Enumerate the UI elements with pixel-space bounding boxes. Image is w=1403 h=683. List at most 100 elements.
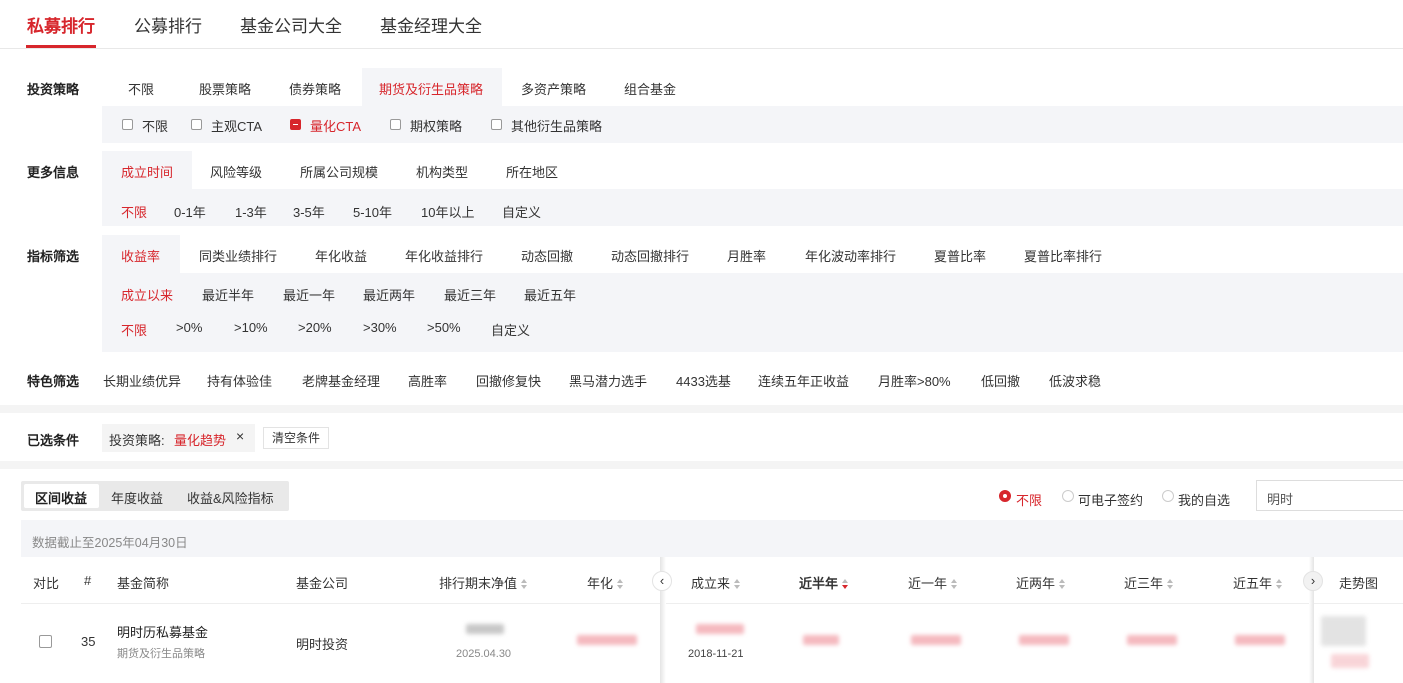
metric-tab-drawdown-rank[interactable]: 动态回撤排行 <box>611 246 689 265</box>
radio-all-label[interactable]: 不限 <box>1016 490 1042 509</box>
metric-tab-peer-rank[interactable]: 同类业绩排行 <box>199 246 277 265</box>
col-nav[interactable]: 排行期末净值 <box>439 573 528 592</box>
range-custom[interactable]: 自定义 <box>491 320 530 339</box>
radio-e-sign-label[interactable]: 可电子签约 <box>1078 490 1143 509</box>
close-icon[interactable]: × <box>236 428 244 444</box>
sort-icon[interactable] <box>617 579 624 589</box>
period-half-year[interactable]: 最近半年 <box>202 285 254 304</box>
feature-long-term[interactable]: 长期业绩优异 <box>103 371 181 390</box>
table-row[interactable]: 35 明时历私募基金 期货及衍生品策略 明时投资 2025.04.30 2018… <box>21 604 1403 683</box>
feature-low-volatility[interactable]: 低波求稳 <box>1049 371 1101 390</box>
trend-sparkline[interactable] <box>1321 616 1366 646</box>
sort-icon[interactable] <box>951 579 958 589</box>
established-option-0-1[interactable]: 0-1年 <box>174 202 206 221</box>
range-gt-0[interactable]: >0% <box>176 320 202 335</box>
tab-private-ranking[interactable]: 私募排行 <box>27 12 95 37</box>
feature-high-win-rate[interactable]: 高胜率 <box>408 371 447 390</box>
more-info-tab-institution[interactable]: 机构类型 <box>416 162 468 181</box>
range-all[interactable]: 不限 <box>121 320 147 339</box>
established-option-1-3[interactable]: 1-3年 <box>235 202 267 221</box>
sort-icon[interactable] <box>734 579 741 589</box>
col-five-years[interactable]: 近五年 <box>1233 573 1283 592</box>
metric-tab-drawdown[interactable]: 动态回撤 <box>521 246 573 265</box>
strategy-option-bond[interactable]: 债券策略 <box>289 79 341 98</box>
period-two-years[interactable]: 最近两年 <box>363 285 415 304</box>
more-info-tab-risk[interactable]: 风险等级 <box>210 162 262 181</box>
feature-win-rate-80[interactable]: 月胜率>80% <box>878 371 951 390</box>
radio-all[interactable] <box>999 490 1011 502</box>
radio-my-favorites[interactable] <box>1162 490 1174 502</box>
search-input[interactable]: 明时 <box>1256 480 1403 511</box>
sort-icon[interactable] <box>1276 579 1283 589</box>
view-return-risk[interactable]: 收益&风险指标 <box>187 488 274 507</box>
feature-4433[interactable]: 4433选基 <box>676 371 731 390</box>
more-info-tab-established[interactable]: 成立时间 <box>121 162 173 181</box>
sub-quant-cta-checkbox[interactable] <box>290 119 301 130</box>
metric-tab-return[interactable]: 收益率 <box>121 246 160 265</box>
metric-tab-annual-return[interactable]: 年化收益 <box>315 246 367 265</box>
radio-e-sign[interactable] <box>1062 490 1074 502</box>
view-interval-return[interactable]: 区间收益 <box>35 488 87 507</box>
feature-five-year-positive[interactable]: 连续五年正收益 <box>758 371 849 390</box>
sub-subjective-cta-checkbox[interactable] <box>191 119 202 130</box>
sort-desc-icon[interactable] <box>842 579 849 589</box>
sub-subjective-cta-label[interactable]: 主观CTA <box>211 116 262 135</box>
period-one-year[interactable]: 最近一年 <box>283 285 335 304</box>
period-three-years[interactable]: 最近三年 <box>444 285 496 304</box>
col-annualized[interactable]: 年化 <box>587 573 624 592</box>
more-info-tab-scale[interactable]: 所属公司规模 <box>300 162 378 181</box>
tab-fund-companies[interactable]: 基金公司大全 <box>240 12 342 37</box>
col-one-year[interactable]: 近一年 <box>908 573 958 592</box>
chevron-left-icon[interactable]: ‹ <box>652 571 672 591</box>
feature-low-drawdown[interactable]: 低回撤 <box>981 371 1020 390</box>
strategy-option-stock[interactable]: 股票策略 <box>199 79 251 98</box>
established-option-5-10[interactable]: 5-10年 <box>353 202 392 221</box>
clear-conditions-button[interactable]: 清空条件 <box>263 427 329 449</box>
established-option-all[interactable]: 不限 <box>121 202 147 221</box>
more-info-tab-region[interactable]: 所在地区 <box>506 162 558 181</box>
established-option-custom[interactable]: 自定义 <box>502 202 541 221</box>
sub-all-label[interactable]: 不限 <box>142 116 168 135</box>
chevron-right-icon[interactable]: › <box>1303 571 1323 591</box>
col-since-inception[interactable]: 成立来 <box>691 573 741 592</box>
feature-holding-experience[interactable]: 持有体验佳 <box>207 371 272 390</box>
sub-other-derivatives-label[interactable]: 其他衍生品策略 <box>511 116 602 135</box>
feature-fast-recovery[interactable]: 回撤修复快 <box>476 371 541 390</box>
strategy-option-all[interactable]: 不限 <box>128 79 154 98</box>
sub-other-derivatives-checkbox[interactable] <box>491 119 502 130</box>
col-half-year[interactable]: 近半年 <box>799 573 849 592</box>
radio-my-favorites-label[interactable]: 我的自选 <box>1178 490 1230 509</box>
tab-fund-managers[interactable]: 基金经理大全 <box>380 12 482 37</box>
compare-checkbox[interactable] <box>39 635 52 648</box>
sub-options-checkbox[interactable] <box>390 119 401 130</box>
sub-all-checkbox[interactable] <box>122 119 133 130</box>
sort-icon[interactable] <box>1059 579 1066 589</box>
sub-options-label[interactable]: 期权策略 <box>410 116 462 135</box>
feature-dark-horse[interactable]: 黑马潜力选手 <box>569 371 647 390</box>
period-since-inception[interactable]: 成立以来 <box>121 285 173 304</box>
sub-quant-cta-label[interactable]: 量化CTA <box>310 116 361 135</box>
range-gt-10[interactable]: >10% <box>234 320 268 335</box>
sort-icon[interactable] <box>1167 579 1174 589</box>
metric-tab-sharpe[interactable]: 夏普比率 <box>934 246 986 265</box>
sort-icon[interactable] <box>521 579 528 589</box>
range-gt-30[interactable]: >30% <box>363 320 397 335</box>
metric-tab-sharpe-rank[interactable]: 夏普比率排行 <box>1024 246 1102 265</box>
row-fund-name[interactable]: 明时历私募基金 <box>117 622 208 641</box>
col-three-years[interactable]: 近三年 <box>1124 573 1174 592</box>
established-option-10plus[interactable]: 10年以上 <box>421 202 474 221</box>
view-annual-return[interactable]: 年度收益 <box>111 488 163 507</box>
row-company[interactable]: 明时投资 <box>296 634 348 653</box>
col-two-years[interactable]: 近两年 <box>1016 573 1066 592</box>
feature-veteran-manager[interactable]: 老牌基金经理 <box>302 371 380 390</box>
range-gt-20[interactable]: >20% <box>298 320 332 335</box>
range-gt-50[interactable]: >50% <box>427 320 461 335</box>
tab-public-ranking[interactable]: 公募排行 <box>134 12 202 37</box>
strategy-option-multi-asset[interactable]: 多资产策略 <box>521 79 586 98</box>
established-option-3-5[interactable]: 3-5年 <box>293 202 325 221</box>
strategy-option-futures[interactable]: 期货及衍生品策略 <box>379 79 483 98</box>
strategy-option-fof[interactable]: 组合基金 <box>624 79 676 98</box>
metric-tab-win-rate[interactable]: 月胜率 <box>727 246 766 265</box>
metric-tab-annual-return-rank[interactable]: 年化收益排行 <box>405 246 483 265</box>
metric-tab-volatility-rank[interactable]: 年化波动率排行 <box>805 246 896 265</box>
